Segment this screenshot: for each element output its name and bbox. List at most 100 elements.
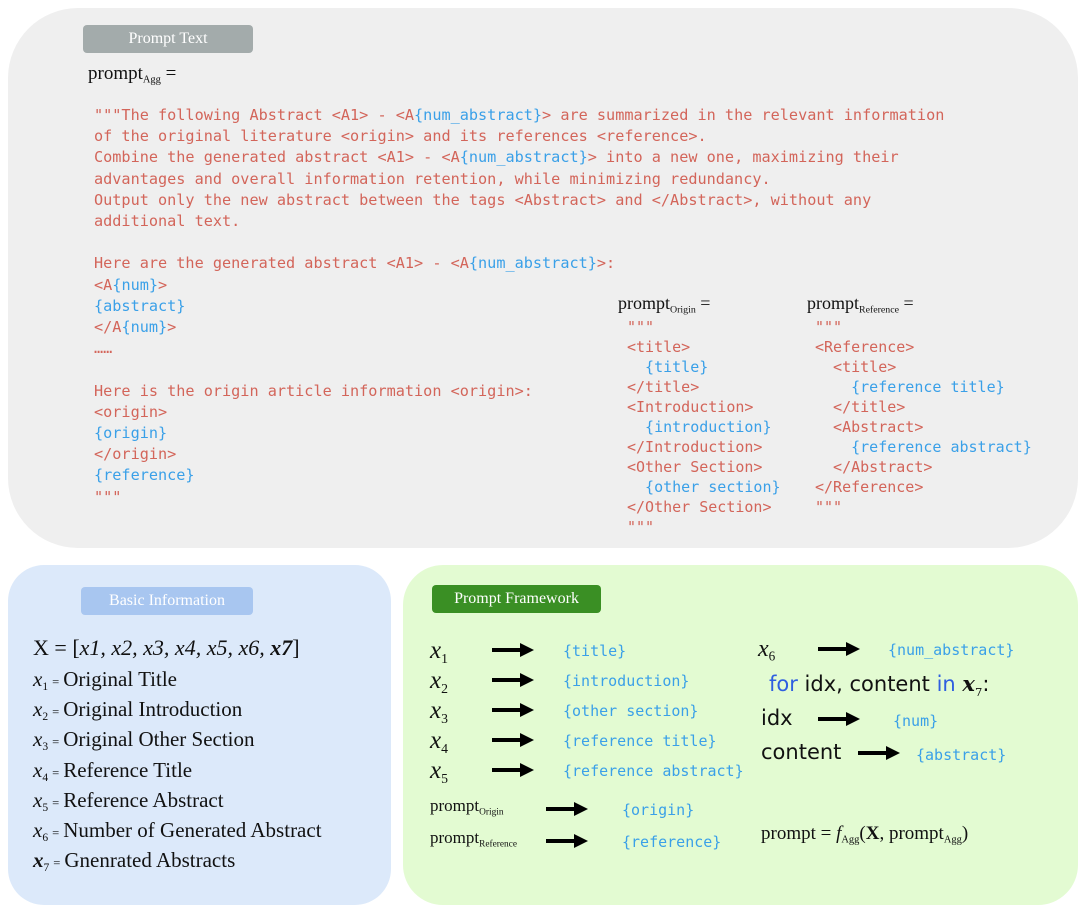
- variable-sub: 5: [441, 770, 448, 786]
- prompt-sub: Origin: [479, 807, 504, 818]
- prompt-text-tag: Prompt Text: [83, 25, 253, 53]
- code-placeholder: {other section}: [627, 478, 781, 496]
- code-line: <Abstract>: [815, 418, 923, 436]
- code-line: {origin}: [94, 424, 167, 442]
- variable-letter: x: [430, 727, 442, 754]
- right-arrow-icon: [492, 672, 534, 688]
- loop-colon: :: [982, 672, 990, 696]
- loop-var: x: [962, 671, 975, 696]
- variable-letter: x: [33, 848, 44, 873]
- prompt-origin-label: promptOrigin =: [618, 293, 710, 315]
- variable-sub: 7: [43, 862, 50, 875]
- label-sub: Reference: [859, 304, 900, 316]
- code-line: <Reference>: [815, 338, 914, 356]
- prompt-mapping-label: promptOrigin: [430, 796, 504, 817]
- code-text: <title>: [627, 338, 691, 356]
- code-line: """: [94, 488, 121, 506]
- x-open: [: [72, 635, 80, 660]
- code-placeholder: {num}: [121, 318, 168, 336]
- code-line: """: [627, 318, 654, 336]
- basic-info-row: x6 = Number of Generated Abstract: [33, 818, 322, 844]
- equals-sign: =: [53, 856, 61, 871]
- variable-letter: x: [430, 667, 442, 694]
- code-line: {other section}: [627, 478, 781, 496]
- variable-sub: 5: [42, 801, 49, 814]
- mapping-target: {reference title}: [563, 732, 717, 750]
- code-line: of the original literature <origin> and …: [94, 127, 707, 145]
- variable-letter: x: [33, 697, 43, 722]
- equals-sign: =: [52, 705, 60, 720]
- variable-letter: x: [430, 757, 442, 784]
- x-bold: x7: [270, 635, 293, 660]
- code-text: advantages and overall information reten…: [94, 169, 771, 188]
- basic-info-text: Reference Title: [63, 757, 193, 782]
- formula-prompt: , prompt: [879, 823, 944, 844]
- right-arrow-icon: [546, 801, 588, 817]
- formula-lhs: prompt =: [761, 823, 837, 844]
- code-line: {introduction}: [627, 418, 771, 436]
- code-line: <title>: [815, 358, 896, 376]
- basic-info-text: Original Other Section: [63, 727, 255, 752]
- variable-sub: 2: [441, 680, 448, 696]
- formula-prompt-sub: Agg: [943, 834, 962, 846]
- equals-sign: =: [52, 826, 60, 840]
- right-arrow-icon: [546, 833, 588, 849]
- basic-info-row: x1 = Original Title: [33, 667, 177, 693]
- var-letter: x: [758, 636, 769, 662]
- code-line: {reference title}: [815, 378, 1005, 396]
- code-line: Output only the new abstract between the…: [94, 191, 871, 209]
- prompt-framework-tag: Prompt Framework: [432, 585, 601, 613]
- code-text: <Introduction>: [627, 398, 754, 416]
- code-text: <Other Section>: [627, 458, 763, 476]
- code-text: </origin>: [94, 445, 177, 464]
- code-placeholder: {num_abstract}: [414, 106, 543, 124]
- basic-info-text: Gnenrated Abstracts: [64, 848, 236, 873]
- code-text: Here is the origin article information <…: [94, 381, 533, 400]
- x-definition: X = [x1, x2, x3, x4, x5, x6, x7]: [33, 635, 300, 661]
- code-placeholder: {num}: [112, 275, 159, 294]
- code-line: ……: [94, 339, 112, 357]
- basic-info-text: Number of Generated Abstract: [63, 818, 322, 842]
- code-line: Here is the origin article information <…: [94, 382, 533, 400]
- equals-sign: =: [52, 765, 60, 780]
- variable-sub: 6: [42, 832, 49, 845]
- right-arrow-icon: [492, 732, 534, 748]
- basic-info-row: x2 = Original Introduction: [33, 697, 242, 723]
- variable-letter: x: [430, 637, 442, 664]
- code-text: </A: [94, 318, 122, 336]
- aggregation-formula: prompt = fAgg(X, promptAgg): [761, 823, 968, 846]
- code-line: additional text.: [94, 212, 240, 230]
- basic-info-row: x5 = Reference Abstract: [33, 788, 224, 814]
- code-text: ……: [94, 339, 113, 358]
- mapping-variable: x4: [430, 727, 448, 757]
- code-text: </Introduction>: [627, 438, 763, 456]
- code-line: advantages and overall information reten…: [94, 170, 771, 188]
- variable-letter: x: [430, 697, 442, 724]
- prompt-base: prompt: [430, 796, 480, 815]
- equals-sign: =: [52, 795, 60, 810]
- code-line: </Reference>: [815, 478, 923, 496]
- right-arrow-icon: [858, 745, 900, 761]
- code-line: <Introduction>: [627, 398, 753, 416]
- prompt-agg-label: promptAgg =: [88, 63, 176, 86]
- variable-letter: x: [33, 667, 43, 691]
- loop-vars: idx, content: [797, 672, 937, 696]
- code-text: """: [815, 498, 843, 516]
- code-text: >:: [596, 254, 616, 273]
- x-close: ]: [292, 635, 300, 660]
- code-text: </Abstract>: [815, 458, 933, 476]
- label-eq: =: [899, 293, 914, 313]
- code-text: <A: [94, 275, 113, 294]
- for-keyword: for: [769, 672, 798, 696]
- variable-sub: 4: [42, 771, 49, 784]
- code-line: </Abstract>: [815, 458, 932, 476]
- label-base: prompt: [807, 293, 859, 313]
- code-line: <origin>: [94, 403, 167, 421]
- label-base: prompt: [88, 63, 143, 84]
- code-text: </title>: [627, 378, 700, 396]
- variable-sub: 2: [42, 711, 49, 724]
- label-eq: =: [160, 63, 177, 84]
- code-line: {reference}: [94, 466, 195, 484]
- code-placeholder: {reference}: [94, 466, 195, 485]
- code-line: {abstract}: [94, 297, 185, 315]
